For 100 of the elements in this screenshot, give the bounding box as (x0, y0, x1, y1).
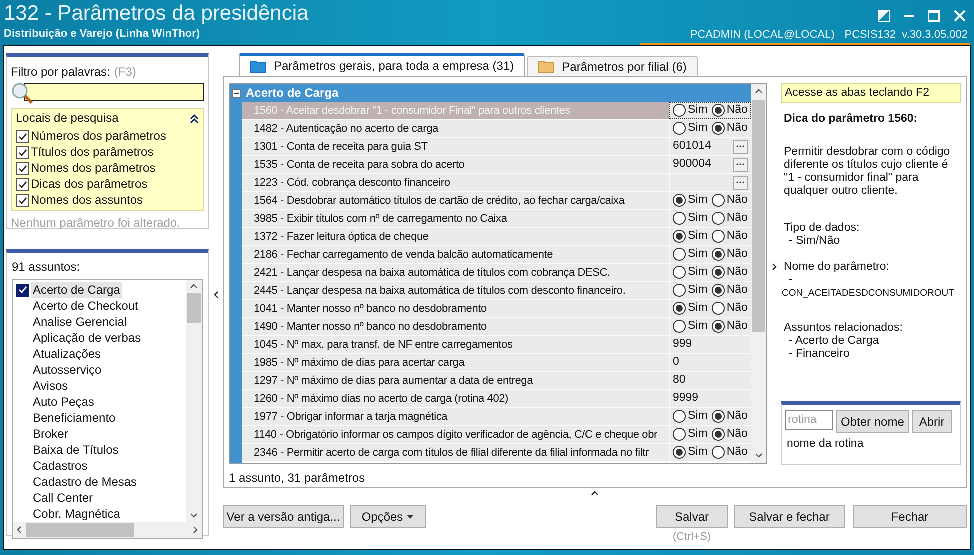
parameter-row[interactable]: 1260 - Nº máximo dias no acerto de carga (rotina 402) 9999 (242, 390, 751, 408)
collapse-icon[interactable] (190, 114, 199, 124)
checkbox[interactable] (16, 194, 29, 207)
subject-item[interactable]: Cadastro de Mesas (31, 474, 140, 490)
scrollbar-thumb[interactable] (187, 293, 201, 323)
vertical-scrollbar[interactable] (751, 84, 766, 463)
open-button[interactable]: Abrir (912, 410, 952, 434)
radio-button[interactable] (673, 194, 686, 207)
subject-item[interactable]: Aplicação de verbas (31, 330, 144, 346)
radio-button[interactable] (712, 230, 725, 243)
parameter-row[interactable]: 1297 - Nº máximo de dias para aumentar a data de entrega 80 (242, 372, 751, 390)
parameter-row[interactable]: 1041 - Manter nosso nº banco no desdobramento Sim Não (242, 300, 751, 318)
parameter-row[interactable]: 1301 - Conta de receita para guia ST 601014 (242, 138, 751, 156)
radio-button[interactable] (712, 248, 725, 261)
chevron-up-icon[interactable] (591, 491, 599, 496)
minimize-icon[interactable] (904, 14, 914, 18)
parameter-row[interactable]: 1985 - Nº máximo de dias para acertar carga 0 (242, 354, 751, 372)
parameter-row[interactable]: 1977 - Obrigar informar a tarja magnética Sim Não (242, 408, 751, 426)
parameter-row[interactable]: 1045 - Nº max. para transf. de NF entre carregamentos 999 (242, 336, 751, 354)
chevron-down-icon[interactable] (754, 453, 762, 458)
radio-button[interactable] (712, 320, 725, 333)
parameter-row[interactable]: 1372 - Fazer leitura óptica de cheque Sim Não (242, 228, 751, 246)
scrollbar-thumb[interactable] (26, 523, 134, 537)
tab[interactable]: Parâmetros gerais, para toda a empresa (31) (239, 53, 526, 76)
subject-item[interactable]: Baixa de Títulos (31, 442, 121, 458)
parameter-row[interactable]: 1482 - Autenticação no acerto de carga Sim Não (242, 120, 751, 138)
subject-item[interactable]: Cobr. Magnética (31, 506, 122, 522)
chevron-right-icon[interactable] (772, 263, 776, 271)
subject-item[interactable]: Acerto de Carga (31, 282, 122, 298)
tab[interactable]: Parâmetros por filial (6) (527, 56, 698, 76)
radio-button[interactable] (673, 122, 686, 135)
subject-item[interactable]: Avisos (31, 378, 70, 394)
radio-button[interactable] (712, 302, 725, 315)
radio-button[interactable] (673, 302, 686, 315)
subject-item[interactable]: Autosserviço (31, 362, 104, 378)
radio-button[interactable] (712, 104, 725, 117)
search-field[interactable] (24, 83, 204, 101)
save-and-close-button[interactable]: Salvar e fechar (734, 505, 845, 528)
radio-button[interactable] (712, 428, 725, 441)
radio-button[interactable] (673, 248, 686, 261)
radio-button[interactable] (673, 104, 686, 117)
subject-item[interactable]: Auto Peças (31, 394, 96, 410)
checkbox[interactable] (16, 284, 29, 296)
subject-item[interactable]: Call Center (31, 490, 96, 506)
radio-button[interactable] (712, 410, 725, 423)
chevron-left-icon[interactable] (214, 291, 218, 299)
parameter-row[interactable]: 1490 - Manter nosso nº banco no desdobramento Sim Não (242, 318, 751, 336)
old-version-button[interactable]: Ver a versão antiga... (223, 505, 344, 528)
chevron-down-icon[interactable] (190, 513, 198, 518)
radio-button[interactable] (673, 428, 686, 441)
radio-button[interactable] (673, 446, 686, 459)
save-button[interactable]: Salvar (656, 505, 728, 528)
chevron-left-icon[interactable] (17, 526, 22, 534)
subject-item[interactable]: Cadastros (31, 458, 90, 474)
checkbox[interactable] (16, 146, 29, 159)
parameter-row[interactable]: 1535 - Conta de receita para sobra do acerto 900004 (242, 156, 751, 174)
maximize-icon[interactable] (928, 10, 940, 22)
collapse-icon[interactable] (232, 88, 241, 98)
chevron-up-icon[interactable] (190, 284, 198, 289)
radio-button[interactable] (673, 410, 686, 423)
checkbox[interactable] (16, 130, 29, 143)
radio-button[interactable] (673, 284, 686, 297)
checkbox[interactable] (16, 162, 29, 175)
vertical-scrollbar[interactable] (186, 280, 202, 522)
parameter-row[interactable]: 2445 - Lançar despesa na baixa automática de títulos com desconto financeiro. Sim Não (242, 282, 751, 300)
routine-field[interactable]: rotina (785, 410, 833, 430)
options-button[interactable]: Opções (350, 505, 426, 528)
subject-item[interactable]: Acerto de Checkout (31, 298, 140, 314)
parameter-row[interactable]: 2186 - Fechar carregamento de venda balcão automaticamente Sim Não (242, 246, 751, 264)
radio-button[interactable] (712, 446, 725, 459)
subject-item[interactable]: Beneficiamento (31, 410, 118, 426)
parameter-row[interactable]: 3985 - Exibir títulos com nº de carregamento no Caixa Sim Não (242, 210, 751, 228)
parameter-row[interactable]: 1223 - Cód. cobrança desconto financeiro (242, 174, 751, 192)
parameter-row[interactable]: 1140 - Obrigatório informar os campos dígito verificador de agência, C/C e cheque obr Sim Não (242, 426, 751, 444)
checkbox[interactable] (16, 178, 29, 191)
radio-button[interactable] (712, 266, 725, 279)
chevron-up-icon[interactable] (754, 89, 762, 94)
subject-item[interactable]: Broker (31, 426, 70, 442)
scrollbar-thumb[interactable] (752, 100, 765, 332)
radio-button[interactable] (673, 320, 686, 333)
chevron-right-icon[interactable] (193, 526, 198, 534)
horizontal-scrollbar[interactable] (13, 522, 202, 538)
parameter-row[interactable]: 2346 - Permitir acerto de carga com títulos de filial diferente da filial informada no filtr Sim Não (242, 444, 751, 462)
get-name-button[interactable]: Obter nome (836, 410, 910, 434)
radio-button[interactable] (673, 212, 686, 225)
parameter-row[interactable]: 1560 - Aceitar desdobrar "1 - consumidor Final" para outros clientes Sim Não (242, 102, 751, 120)
parameter-row[interactable]: 1564 - Desdobrar automático títulos de cartão de crédito, ao fechar carga/caixa Sim Não (242, 192, 751, 210)
radio-button[interactable] (712, 194, 725, 207)
subject-item[interactable]: Analise Gerencial (31, 314, 130, 330)
radio-button[interactable] (712, 284, 725, 297)
radio-button[interactable] (712, 212, 725, 225)
subject-item[interactable]: Atualizações (31, 346, 104, 362)
radio-button[interactable] (673, 230, 686, 243)
close-button[interactable]: Fechar (853, 505, 967, 528)
radio-label: Sim (688, 300, 708, 316)
radio-button[interactable] (673, 266, 686, 279)
parameter-row[interactable]: 2421 - Lançar despesa na baixa automática de títulos com cobrança DESC. Sim Não (242, 264, 751, 282)
theme-icon[interactable] (878, 10, 890, 22)
radio-button[interactable] (712, 122, 725, 135)
close-icon[interactable] (954, 10, 966, 22)
